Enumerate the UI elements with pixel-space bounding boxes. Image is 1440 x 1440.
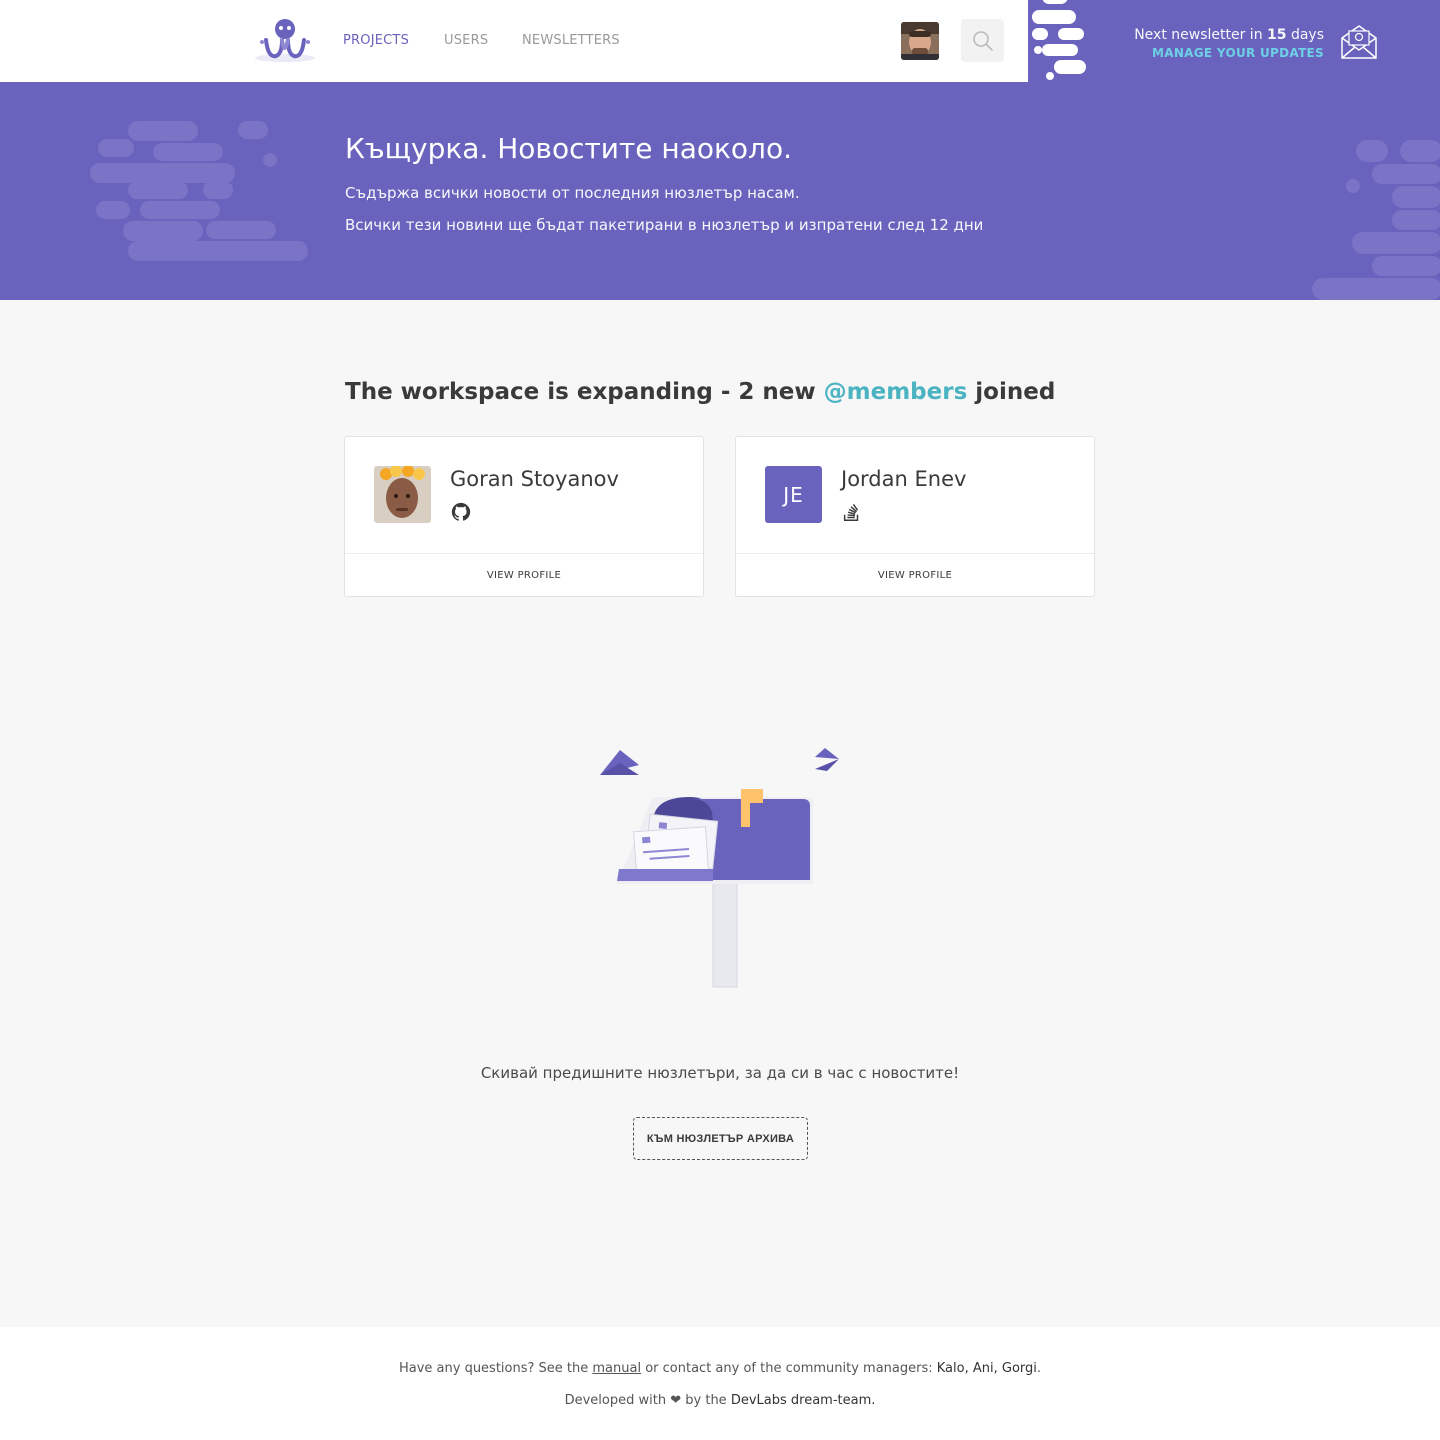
newsletter-archive-button[interactable]: КЪМ НЮЗЛЕТЪР АРХИВА — [633, 1117, 808, 1160]
members-title-suffix: joined — [975, 379, 1056, 405]
manage-updates-link[interactable]: MANAGE YOUR UPDATES — [1152, 46, 1324, 60]
next-newsletter-text: Next newsletter in 15 days — [1134, 27, 1324, 43]
next-newsletter-suffix: days — [1290, 27, 1324, 43]
envelope-icon[interactable] — [1340, 24, 1378, 60]
devlabs-team-name: DevLabs dream-team. — [730, 1393, 876, 1408]
nav-newsletters[interactable]: NEWSLETTERS — [522, 33, 620, 48]
page-footer: Have any questions? See the manual or co… — [0, 1327, 1440, 1440]
members-title-prefix: The workspace is expanding - 2 new — [345, 379, 816, 405]
archive-prompt-text: Скивай предишните нюзлетъри, за да си в … — [480, 1064, 960, 1082]
manual-link[interactable]: manual — [592, 1361, 641, 1376]
next-newsletter-days: 15 — [1267, 27, 1287, 43]
decorative-cloud-icon — [1032, 0, 1086, 80]
decorative-cloud-left-icon — [90, 121, 308, 261]
search-icon — [972, 30, 993, 51]
footer-credits-prefix: Developed with — [564, 1393, 667, 1408]
footer-credits-middle: by the — [685, 1393, 727, 1408]
nav-users[interactable]: USERS — [444, 33, 488, 48]
community-managers-list: Kalo, Ani, Gorgi — [936, 1361, 1037, 1376]
decorative-cloud-right-icon — [1312, 140, 1440, 300]
github-icon[interactable] — [450, 501, 472, 523]
view-profile-button[interactable]: VIEW PROFILE — [345, 553, 703, 597]
newsletter-panel: Next newsletter in 15 days MANAGE YOUR U… — [1028, 0, 1440, 82]
mailbox-illustration-icon — [600, 748, 839, 988]
member-avatar[interactable] — [374, 466, 431, 523]
hero-banner: Къщурка. Новостите наоколо. Съдържа всич… — [0, 82, 1440, 300]
member-name: Goran Stoyanov — [450, 467, 619, 491]
heart-icon: ❤ — [670, 1393, 682, 1408]
top-header: PROJECTS USERS NEWSLETTERS Next newslett… — [0, 0, 1440, 82]
member-avatar-image — [374, 466, 431, 523]
member-card: JE Jordan Enev VIEW PROFILE — [735, 436, 1095, 597]
next-newsletter-prefix: Next newsletter in — [1134, 27, 1263, 43]
hero-description-2: Всички тези новини ще бъдат пакетирани в… — [345, 216, 984, 234]
view-profile-button[interactable]: VIEW PROFILE — [736, 553, 1094, 597]
hero-title: Къщурка. Новостите наоколо. — [345, 132, 792, 165]
footer-questions-line: Have any questions? See the manual or co… — [0, 1361, 1440, 1376]
hero-description-1: Съдържа всички новости от последния нюзл… — [345, 184, 800, 202]
search-button[interactable] — [961, 19, 1004, 62]
member-card: Goran Stoyanov VIEW PROFILE — [344, 436, 704, 597]
footer-credits-line: Developed with ❤ by the DevLabs dream-te… — [0, 1393, 1440, 1408]
stackoverflow-icon[interactable] — [841, 501, 863, 523]
member-initials-avatar[interactable]: JE — [765, 466, 822, 523]
nav-projects[interactable]: PROJECTS — [343, 33, 409, 48]
octopus-logo-icon[interactable] — [252, 16, 318, 64]
member-name: Jordan Enev — [841, 467, 967, 491]
user-avatar[interactable] — [901, 22, 939, 60]
user-avatar-image — [901, 22, 939, 60]
footer-questions-middle: or contact any of the community managers… — [645, 1361, 933, 1376]
members-section-title: The workspace is expanding - 2 new @memb… — [345, 379, 1055, 405]
members-mention-link[interactable]: @members — [824, 379, 968, 405]
footer-questions-end: . — [1036, 1361, 1042, 1376]
footer-questions-prefix: Have any questions? See the — [398, 1361, 589, 1376]
